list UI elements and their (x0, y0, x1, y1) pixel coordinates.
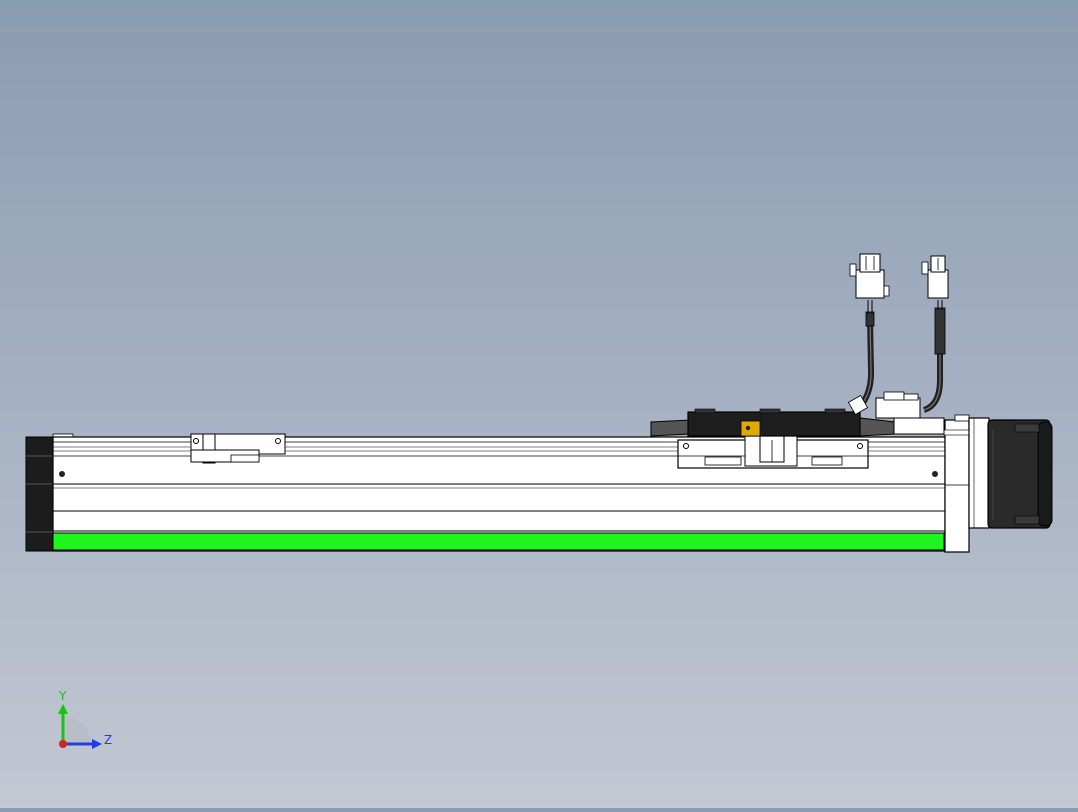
bracket-accent (740, 420, 761, 437)
x-axis-dot (59, 740, 67, 748)
z-axis-label: Z (104, 733, 112, 747)
cad-drawing: Y Z (25, 253, 1053, 749)
y-axis-label: Y (58, 689, 67, 703)
cad-viewport[interactable]: Y Z (0, 0, 1078, 808)
right-end-plate (943, 414, 971, 553)
motor-flange (968, 417, 990, 529)
mounting-hole-left (59, 471, 65, 477)
encoder-cable-right (922, 300, 946, 413)
connector-left (849, 253, 890, 299)
coordinate-triad: Y Z (58, 689, 112, 749)
profile-green-stripe (52, 532, 945, 551)
linear-module (25, 253, 1053, 553)
servo-motor (987, 419, 1053, 529)
power-cable-left (847, 300, 875, 416)
connector-right (921, 255, 949, 299)
mounting-hole-right (932, 471, 938, 477)
